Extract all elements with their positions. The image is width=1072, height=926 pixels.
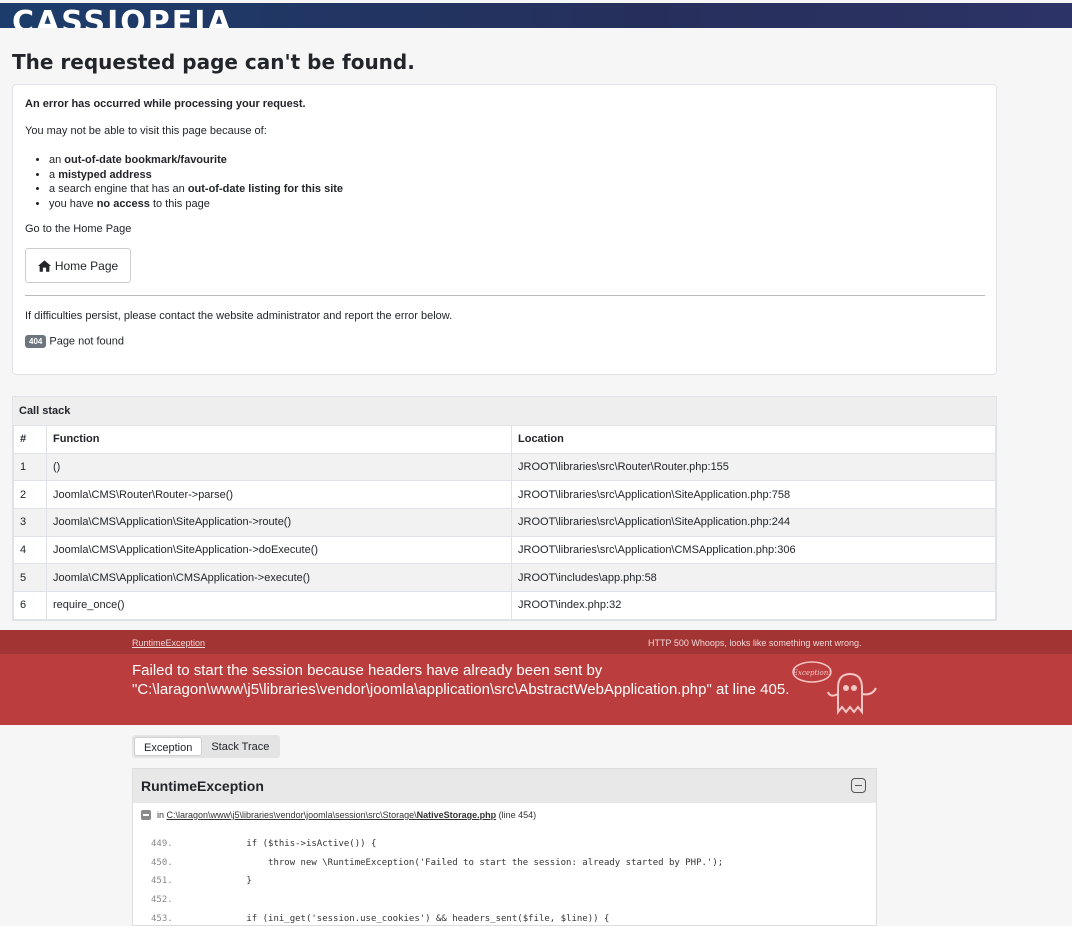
- code-snippet: 449. if ($this->isActive()) {450. throw …: [141, 835, 723, 925]
- col-location: Location: [511, 425, 996, 454]
- code-text: }: [203, 876, 252, 887]
- table-cell-function: Joomla\CMS\Router\Router->parse(): [46, 480, 512, 510]
- table-row: 6 require_once() JROOT\index.php:32: [13, 591, 996, 620]
- table-cell-n: 5: [13, 563, 47, 593]
- line-number: 449.: [151, 839, 173, 850]
- error-status: 404 Page not found: [25, 335, 124, 348]
- exception-message: Failed to start the session because head…: [132, 662, 790, 698]
- frame-file-link[interactable]: C:\laragon\www\j5\libraries\vendor\jooml…: [167, 810, 497, 820]
- line-number: 450.: [151, 857, 173, 868]
- exception-panel-title: RuntimeException: [141, 778, 264, 794]
- code-line: 453. if (ini_get('session.use_cookies') …: [141, 909, 723, 925]
- call-stack-caption: Call stack: [13, 397, 996, 425]
- page-title: The requested page can't be found.: [12, 50, 415, 74]
- svg-text:Exception!: Exception!: [792, 669, 831, 677]
- call-stack-table: # Function Location 1() JROOT\libraries\s…: [13, 425, 996, 620]
- whoops-error-banner: RuntimeException HTTP 500 Whoops, looks …: [0, 630, 1072, 725]
- table-row: 3 Joomla\CMS\Application\SiteApplication-…: [13, 508, 996, 537]
- ghost-icon: Exception!: [792, 661, 877, 715]
- error-heading: An error has occurred while processing y…: [25, 98, 306, 110]
- table-cell-location: JROOT\libraries\src\Application\SiteAppl…: [511, 508, 996, 537]
- table-cell-n: 4: [13, 535, 47, 565]
- line-number: 451.: [151, 876, 173, 887]
- table-cell-location: JROOT\includes\app.php:58: [511, 563, 996, 593]
- divider: [25, 295, 985, 296]
- http-status: HTTP 500 Whoops, looks like something we…: [648, 638, 862, 648]
- table-cell-function: Joomla\CMS\Application\SiteApplication->…: [46, 508, 512, 537]
- table-cell-n: 3: [13, 508, 47, 537]
- table-cell-n: 2: [13, 480, 47, 510]
- error-intro: You may not be able to visit this page b…: [25, 125, 267, 137]
- table-row: 5 Joomla\CMS\Application\CMSApplication->…: [13, 563, 996, 593]
- table-cell-function: Joomla\CMS\Application\CMSApplication->e…: [46, 563, 512, 593]
- frame-location: in C:\laragon\www\j5\libraries\vendor\jo…: [141, 810, 536, 820]
- table-cell-function: (): [46, 452, 512, 482]
- reason-item: a mistyped address: [49, 168, 343, 183]
- reason-item: a search engine that has an out-of-date …: [49, 182, 343, 197]
- go-home-text: Go to the Home Page: [25, 223, 132, 235]
- table-cell-n: 1: [13, 452, 47, 482]
- code-line: 451. }: [141, 872, 723, 891]
- home-page-button[interactable]: Home Page: [25, 248, 131, 283]
- code-line: 449. if ($this->isActive()) {: [141, 835, 723, 854]
- code-text: if ($this->isActive()) {: [203, 839, 377, 850]
- exception-class-link[interactable]: RuntimeException: [132, 638, 205, 648]
- exception-panel: RuntimeException in C:\laragon\www\j5\li…: [132, 768, 877, 926]
- whoops-tabs: Exception Stack Trace: [132, 735, 281, 758]
- table-cell-n: 6: [13, 591, 47, 620]
- table-cell-function: Joomla\CMS\Application\SiteApplication->…: [46, 535, 512, 565]
- col-number: #: [13, 425, 47, 454]
- site-header: CASSIOPEIA: [0, 3, 1072, 28]
- table-cell-function: require_once(): [46, 591, 512, 620]
- reason-item: an out-of-date bookmark/favourite: [49, 153, 343, 168]
- call-stack: Call stack # Function Location 1() JROOT\…: [12, 396, 997, 621]
- error-message: Page not found: [49, 335, 124, 348]
- table-row: 2 Joomla\CMS\Router\Router->parse() JROOT\…: [13, 480, 996, 510]
- code-text: throw new \RuntimeException('Failed to s…: [203, 857, 724, 868]
- table-cell-location: JROOT\libraries\src\Application\CMSAppli…: [511, 535, 996, 565]
- site-brand[interactable]: CASSIOPEIA: [12, 8, 233, 29]
- table-cell-location: JROOT\index.php:32: [511, 591, 996, 620]
- status-badge: 404: [25, 335, 47, 348]
- table-cell-location: JROOT\libraries\src\Router\Router.php:15…: [511, 452, 996, 482]
- whoops-top-bar: RuntimeException HTTP 500 Whoops, looks …: [0, 630, 1072, 654]
- contact-text: If difficulties persist, please contact …: [25, 310, 453, 322]
- reasons-list: an out-of-date bookmark/favouritea misty…: [49, 153, 343, 211]
- table-row: 1() JROOT\libraries\src\Router\Router.php…: [13, 452, 996, 482]
- tab-stack-trace[interactable]: Stack Trace: [202, 737, 278, 756]
- code-line: 452.: [141, 891, 723, 910]
- line-number: 452.: [151, 895, 173, 906]
- line-number: 453.: [151, 913, 173, 924]
- col-function: Function: [46, 425, 512, 454]
- exception-panel-header: RuntimeException: [133, 769, 876, 803]
- home-icon: [37, 259, 51, 272]
- table-cell-location: JROOT\libraries\src\Application\SiteAppl…: [511, 480, 996, 510]
- reason-item: you have no access to this page: [49, 197, 343, 212]
- home-button-label: Home Page: [54, 258, 119, 273]
- collapse-icon[interactable]: [851, 778, 866, 793]
- code-text: if (ini_get('session.use_cookies') && he…: [203, 913, 610, 924]
- error-card: An error has occurred while processing y…: [12, 84, 997, 375]
- frame-toggle-icon[interactable]: [141, 810, 151, 820]
- tab-exception[interactable]: Exception: [134, 737, 203, 756]
- table-row: 4 Joomla\CMS\Application\SiteApplication-…: [13, 535, 996, 565]
- code-line: 450. throw new \RuntimeException('Failed…: [141, 854, 723, 873]
